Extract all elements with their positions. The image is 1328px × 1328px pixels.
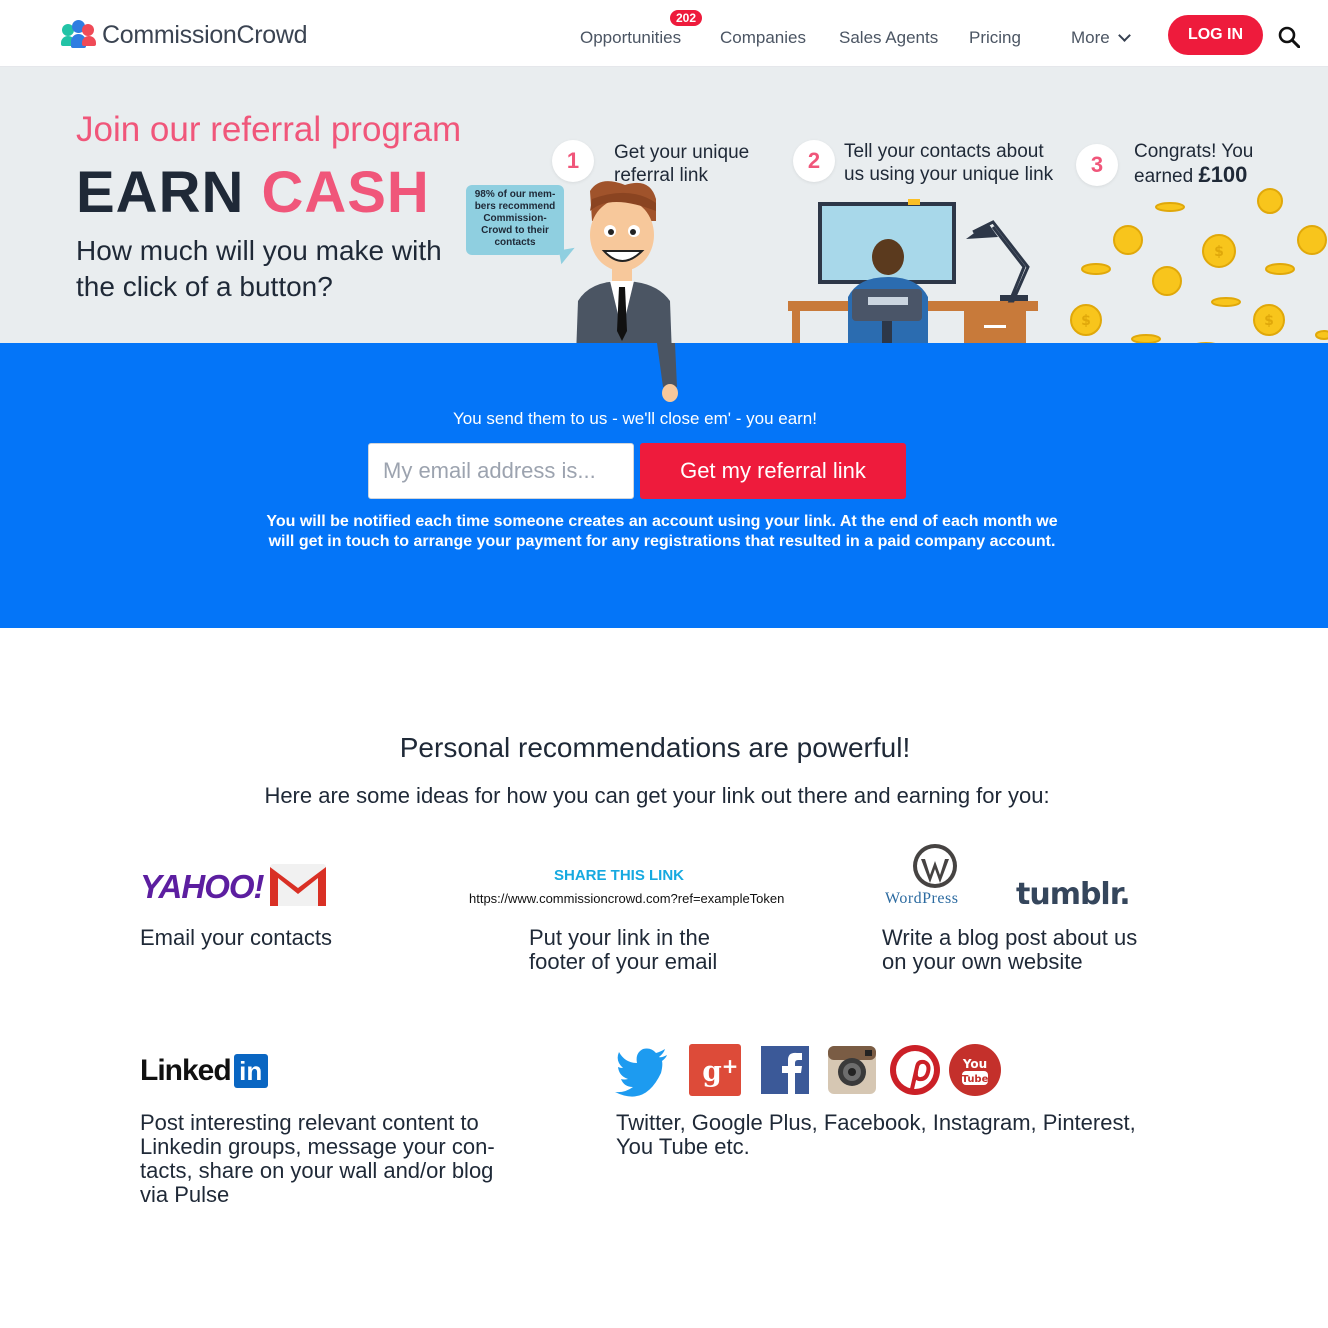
step-2-text: Tell your contacts about us using your u…: [844, 141, 1054, 185]
earn-word: EARN: [76, 160, 245, 225]
social-media-text: Twitter, Google Plus, Facebook, Instagra…: [616, 1110, 1136, 1159]
svg-text:$: $: [1264, 313, 1274, 329]
brand-name: CommissionCrowd: [102, 20, 308, 49]
linkedin-logo: Linked in: [140, 1054, 268, 1088]
chevron-down-icon: [1117, 29, 1131, 42]
hero-join-heading: Join our referral program: [76, 110, 462, 149]
google-plus-icon: g +: [689, 1044, 741, 1096]
step-1-number: 1: [552, 140, 594, 182]
facebook-icon: [761, 1046, 809, 1094]
svg-text:You: You: [962, 1057, 987, 1071]
email-input[interactable]: [368, 443, 634, 499]
nav-opportunities[interactable]: Opportunities: [580, 28, 681, 48]
site-header: CommissionCrowd Opportunities 202 Compan…: [0, 0, 1328, 67]
hero-question: How much will you make with the click of…: [76, 235, 442, 302]
blog-post-text: Write a blog post about us on your own w…: [882, 925, 1138, 974]
svg-text:$: $: [1081, 313, 1091, 329]
login-button[interactable]: LOG IN: [1168, 15, 1263, 55]
linkedin-word: Linked: [140, 1054, 232, 1087]
get-referral-link-button[interactable]: Get my referral link: [640, 443, 906, 499]
svg-text:+: +: [722, 1054, 739, 1078]
svg-text:Tube: Tube: [962, 1074, 989, 1085]
person-at-desk-illustration: [788, 199, 1038, 343]
yahoo-logo: YAHOO!: [140, 868, 265, 905]
cartoon-man-illustration: [576, 181, 672, 343]
speech-bubble: 98% of our mem-bers recommend Commission…: [466, 185, 564, 255]
email-contacts-text: Email your contacts: [140, 925, 332, 950]
step-2-number: 2: [793, 140, 835, 182]
linkedin-in-icon: in: [233, 1054, 268, 1088]
tumblr-logo: tumblr.: [1016, 877, 1131, 912]
wordpress-logo-text: WordPress: [885, 890, 959, 907]
people-logo-icon: [61, 20, 96, 50]
twitter-icon: [615, 1048, 667, 1097]
email-footer-text: Put your link in the footer of your emai…: [529, 925, 718, 974]
linkedin-text: Post interesting relevant content to Lin…: [140, 1110, 495, 1207]
youtube-icon: You Tube: [949, 1044, 1001, 1096]
nav-pricing[interactable]: Pricing: [969, 28, 1021, 48]
nav-sales-agents[interactable]: Sales Agents: [839, 28, 938, 48]
referral-note: You will be notified each time someone c…: [266, 513, 1058, 550]
nav-companies[interactable]: Companies: [720, 28, 806, 48]
gold-coins-illustration: $ $ $: [1070, 188, 1328, 343]
hero-earn-cash-heading: EARN CASH: [76, 159, 430, 226]
instagram-icon: [828, 1046, 876, 1094]
svg-text:$: $: [1214, 244, 1224, 260]
share-link-url[interactable]: https://www.commissioncrowd.com?ref=exam…: [469, 891, 784, 906]
referral-tagline: You send them to us - we'll close em' - …: [453, 409, 817, 428]
cartoon-arm-illustration: [657, 343, 678, 402]
wordpress-icon: [913, 844, 957, 888]
hero-section: Join our referral program EARN CASH How …: [0, 67, 1328, 343]
gmail-icon: [270, 864, 326, 906]
nav-more-dropdown[interactable]: More: [1071, 28, 1131, 48]
ideas-subtitle: Here are some ideas for how you can get …: [264, 783, 1050, 808]
share-link-title: SHARE THIS LINK: [553, 867, 684, 884]
brand-logo[interactable]: CommissionCrowd: [61, 20, 308, 50]
svg-text:g: g: [702, 1055, 722, 1088]
opportunities-count-badge: 202: [670, 10, 703, 26]
step-1-text: Get your unique referral link: [614, 142, 750, 186]
cash-word: CASH: [261, 160, 430, 225]
nav-more-label: More: [1071, 28, 1110, 47]
pinterest-icon: [890, 1045, 940, 1095]
ideas-title: Personal recommendations are powerful!: [399, 732, 911, 763]
search-icon[interactable]: [1278, 26, 1300, 48]
